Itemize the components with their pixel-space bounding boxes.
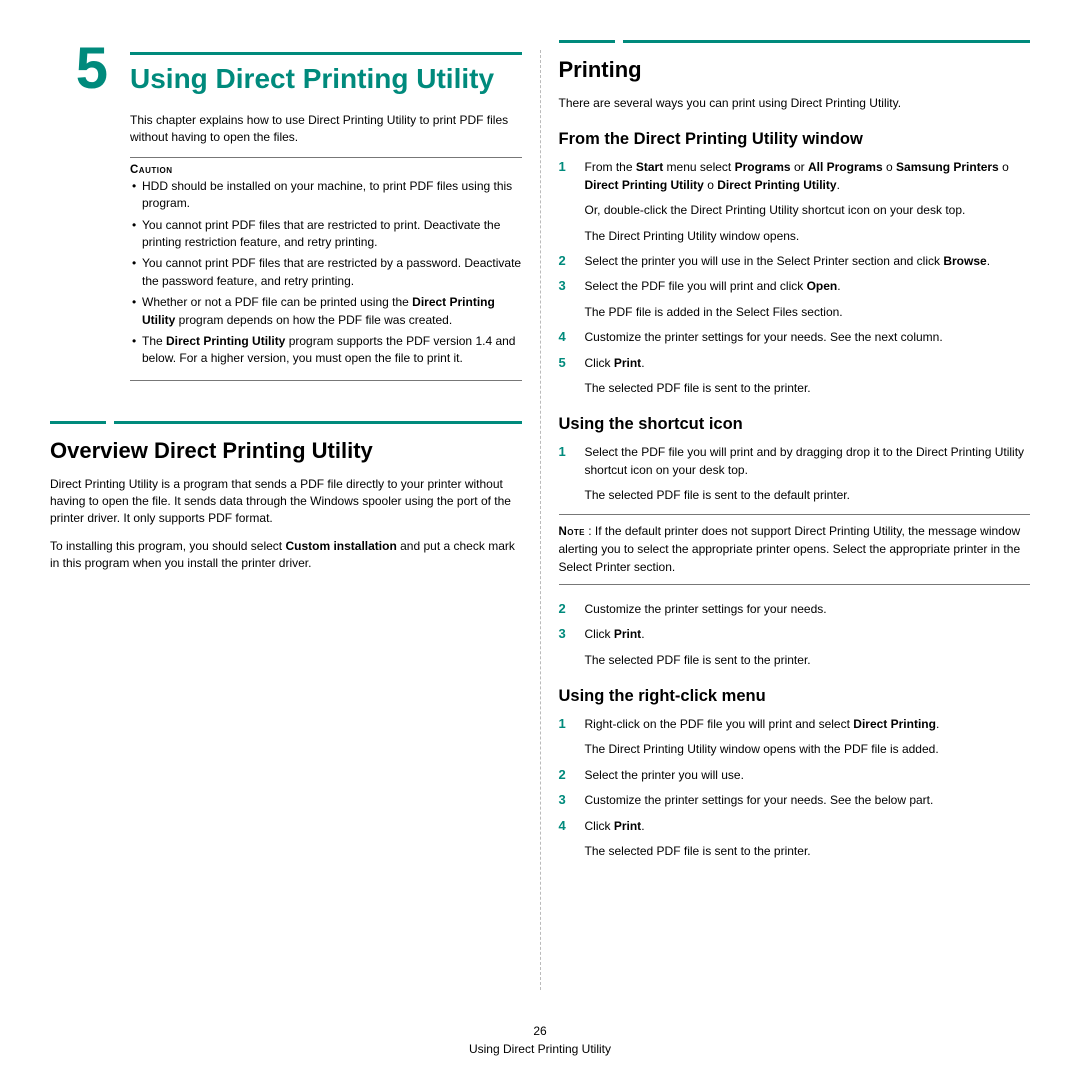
- left-column: 5 Using Direct Printing Utility This cha…: [50, 40, 540, 1000]
- step-text: Select the PDF file you will print and b…: [585, 444, 1031, 504]
- step-number: 5: [559, 355, 573, 398]
- note-text: If the default printer does not support …: [559, 524, 1021, 573]
- footer-title: Using Direct Printing Utility: [0, 1040, 1080, 1058]
- step-item: 4 Customize the printer settings for your…: [559, 329, 1031, 346]
- intro-text: This chapter explains how to use Direct …: [130, 112, 522, 147]
- sub2-steps-a: 1Select the PDF file you will print and …: [559, 444, 1031, 504]
- step-text: Select the printer you will use.: [585, 767, 1031, 784]
- step-number: 2: [559, 767, 573, 784]
- sub3-heading: Using the right-click menu: [559, 687, 1031, 706]
- step-number: 4: [559, 329, 573, 346]
- caution-box: Caution HDD should be installed on your …: [130, 157, 522, 381]
- step-item: 3 Select the PDF file you will print and …: [559, 278, 1031, 321]
- step-text: Select the PDF file you will print and c…: [585, 278, 1031, 321]
- intro-block: This chapter explains how to use Direct …: [50, 112, 522, 381]
- step-text: Customize the printer settings for your …: [585, 601, 1031, 618]
- step-text: Click Print.The selected PDF file is sen…: [585, 818, 1031, 861]
- step-item: 5 Click Print.The selected PDF file is se…: [559, 355, 1031, 398]
- step-item: 2 Select the printer you will use.: [559, 767, 1031, 784]
- sub1-heading: From the Direct Printing Utility window: [559, 130, 1031, 149]
- right-column: Printing There are several ways you can …: [541, 40, 1031, 1000]
- step-number: 1: [559, 716, 573, 759]
- caution-item: You cannot print PDF files that are rest…: [130, 255, 522, 290]
- step-item: 2 Select the printer you will use in the …: [559, 253, 1031, 270]
- step-item: 1 Right-click on the PDF file you will pr…: [559, 716, 1031, 759]
- caution-item: Whether or not a PDF file can be printed…: [130, 294, 522, 329]
- step-text: From the Start menu select Programs or A…: [585, 159, 1031, 245]
- caution-item: The Direct Printing Utility program supp…: [130, 333, 522, 368]
- caution-label: Caution: [130, 164, 522, 176]
- step-item: 2 Customize the printer settings for your…: [559, 601, 1031, 618]
- step-text: Customize the printer settings for your …: [585, 329, 1031, 346]
- section-rule-icon: [50, 421, 522, 424]
- step-item: 3 Customize the printer settings for your…: [559, 792, 1031, 809]
- overview-heading: Overview Direct Printing Utility: [50, 438, 522, 464]
- step-number: 3: [559, 278, 573, 321]
- page-number: 26: [0, 1022, 1080, 1040]
- chapter-header: 5 Using Direct Printing Utility: [50, 40, 522, 98]
- overview-p2: To installing this program, you should s…: [50, 538, 522, 573]
- step-number: 4: [559, 818, 573, 861]
- overview-p1: Direct Printing Utility is a program tha…: [50, 476, 522, 528]
- step-number: 1: [559, 444, 573, 504]
- step-number: 3: [559, 626, 573, 669]
- step-number: 2: [559, 601, 573, 618]
- sub1-steps: 1From the Start menu select Programs or …: [559, 159, 1031, 397]
- printing-heading: Printing: [559, 57, 1031, 83]
- step-text: Click Print.The selected PDF file is sen…: [585, 626, 1031, 669]
- chapter-number: 5: [50, 40, 130, 98]
- note-box: Note : If the default printer does not s…: [559, 514, 1031, 584]
- step-text: Right-click on the PDF file you will pri…: [585, 716, 1031, 759]
- step-item: 3 Click Print.The selected PDF file is se…: [559, 626, 1031, 669]
- sub2-heading: Using the shortcut icon: [559, 415, 1031, 434]
- step-item: 4 Click Print.The selected PDF file is se…: [559, 818, 1031, 861]
- step-item: 1Select the PDF file you will print and …: [559, 444, 1031, 504]
- step-item: 1From the Start menu select Programs or …: [559, 159, 1031, 245]
- sub3-steps: 1 Right-click on the PDF file you will pr…: [559, 716, 1031, 860]
- caution-list: HDD should be installed on your machine,…: [130, 178, 522, 368]
- step-number: 1: [559, 159, 573, 245]
- section-rule-icon: [559, 40, 1031, 43]
- sub2-steps-b: 2 Customize the printer settings for your…: [559, 601, 1031, 669]
- caution-item: HDD should be installed on your machine,…: [130, 178, 522, 213]
- step-number: 2: [559, 253, 573, 270]
- page-columns: 5 Using Direct Printing Utility This cha…: [50, 40, 1030, 1000]
- chapter-title: Using Direct Printing Utility: [130, 52, 522, 95]
- printing-intro: There are several ways you can print usi…: [559, 95, 1031, 112]
- step-text: Select the printer you will use in the S…: [585, 253, 1031, 270]
- note-label: Note: [559, 526, 585, 538]
- step-text: Customize the printer settings for your …: [585, 792, 1031, 809]
- page-footer: 26 Using Direct Printing Utility: [0, 1022, 1080, 1058]
- caution-item: You cannot print PDF files that are rest…: [130, 217, 522, 252]
- step-number: 3: [559, 792, 573, 809]
- step-text: Click Print.The selected PDF file is sen…: [585, 355, 1031, 398]
